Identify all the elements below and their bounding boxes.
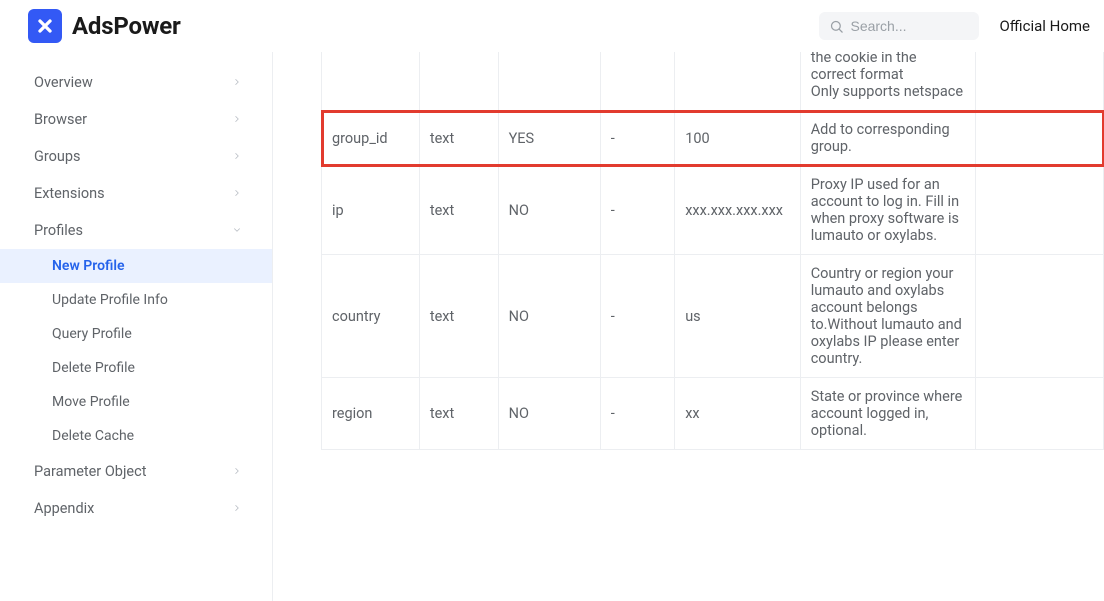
table-row: iptextNO-xxx.xxx.xxx.xxxProxy IP used fo… bbox=[322, 166, 1104, 255]
nav-official-home[interactable]: Official Home bbox=[999, 17, 1090, 35]
chevron-right-icon bbox=[232, 500, 242, 517]
sidebar-item-label: Parameter Object bbox=[34, 463, 146, 480]
sidebar-item-label: Appendix bbox=[34, 500, 94, 517]
param-required: NO bbox=[498, 255, 600, 378]
sidebar-sub-label: Delete Profile bbox=[52, 360, 135, 376]
sidebar-item-label: Overview bbox=[34, 74, 93, 91]
chevron-right-icon bbox=[232, 74, 242, 91]
param-description: Add to corresponding group. bbox=[800, 111, 976, 166]
sidebar-item-browser[interactable]: Browser bbox=[0, 101, 272, 138]
brand[interactable]: AdsPower bbox=[28, 9, 181, 43]
chevron-right-icon bbox=[232, 185, 242, 202]
chevron-right-icon bbox=[232, 148, 242, 165]
sidebar-sub-label: Update Profile Info bbox=[52, 292, 168, 308]
search-box[interactable] bbox=[819, 12, 979, 40]
sidebar: Overview Browser Groups Extensions Profi… bbox=[0, 52, 273, 601]
param-example: us bbox=[675, 255, 801, 378]
param-type: text bbox=[419, 166, 498, 255]
param-note: Should upgrade to V2.4.6.6 or above bbox=[976, 52, 1104, 111]
search-icon bbox=[829, 19, 844, 34]
sidebar-sub-label: Delete Cache bbox=[52, 428, 134, 444]
sidebar-sub-update-profile-info[interactable]: Update Profile Info bbox=[0, 283, 272, 317]
param-description: Proxy IP used for an account to log in. … bbox=[800, 166, 976, 255]
param-required: NO bbox=[498, 378, 600, 450]
chevron-right-icon bbox=[232, 463, 242, 480]
header: AdsPower Official Home bbox=[0, 0, 1104, 52]
param-default: - bbox=[600, 378, 674, 450]
parameters-table: ignore_cookie_errortextNO010：When the co… bbox=[321, 52, 1104, 450]
sidebar-item-groups[interactable]: Groups bbox=[0, 138, 272, 175]
logo-icon bbox=[28, 9, 62, 43]
param-description: Country or region your lumauto and oxyla… bbox=[800, 255, 976, 378]
sidebar-sub-move-profile[interactable]: Move Profile bbox=[0, 385, 272, 419]
sidebar-item-appendix[interactable]: Appendix bbox=[0, 490, 272, 527]
param-default: - bbox=[600, 166, 674, 255]
sidebar-sub-delete-profile[interactable]: Delete Profile bbox=[0, 351, 272, 385]
parameters-table-wrap: ignore_cookie_errortextNO010：When the co… bbox=[321, 52, 1104, 450]
param-note bbox=[976, 111, 1104, 166]
search-input[interactable] bbox=[850, 18, 969, 34]
param-required: YES bbox=[498, 111, 600, 166]
param-example: xx bbox=[675, 378, 801, 450]
table-row: countrytextNO-usCountry or region your l… bbox=[322, 255, 1104, 378]
sidebar-sub-query-profile[interactable]: Query Profile bbox=[0, 317, 272, 351]
chevron-down-icon bbox=[232, 222, 242, 239]
main-content: ignore_cookie_errortextNO010：When the co… bbox=[273, 52, 1104, 601]
param-name: ignore_cookie_error bbox=[322, 52, 420, 111]
param-type: text bbox=[419, 111, 498, 166]
sidebar-sub-delete-cache[interactable]: Delete Cache bbox=[0, 419, 272, 453]
param-name: country bbox=[322, 255, 420, 378]
param-default: - bbox=[600, 255, 674, 378]
sidebar-item-extensions[interactable]: Extensions bbox=[0, 175, 272, 212]
sidebar-item-label: Groups bbox=[34, 148, 81, 165]
param-note bbox=[976, 255, 1104, 378]
param-note bbox=[976, 378, 1104, 450]
sidebar-item-parameter-object[interactable]: Parameter Object bbox=[0, 453, 272, 490]
param-required: NO bbox=[498, 166, 600, 255]
sidebar-sub-label: Move Profile bbox=[52, 394, 130, 410]
table-row: group_idtextYES-100Add to corresponding … bbox=[322, 111, 1104, 166]
param-type: text bbox=[419, 52, 498, 111]
sidebar-item-label: Profiles bbox=[34, 222, 83, 239]
sidebar-item-profiles[interactable]: Profiles bbox=[0, 212, 272, 249]
table-row: ignore_cookie_errortextNO010：When the co… bbox=[322, 52, 1104, 111]
sidebar-item-overview[interactable]: Overview bbox=[0, 64, 272, 101]
param-description: 0：When the cookie verification fails, th… bbox=[800, 52, 976, 111]
param-default: 0 bbox=[600, 52, 674, 111]
table-row: regiontextNO-xxState or province where a… bbox=[322, 378, 1104, 450]
param-note bbox=[976, 166, 1104, 255]
param-name: group_id bbox=[322, 111, 420, 166]
brand-name: AdsPower bbox=[72, 12, 181, 40]
sidebar-item-label: Browser bbox=[34, 111, 87, 128]
param-type: text bbox=[419, 255, 498, 378]
param-name: region bbox=[322, 378, 420, 450]
param-example: 1 bbox=[675, 52, 801, 111]
param-example: xxx.xxx.xxx.xxx bbox=[675, 166, 801, 255]
param-required: NO bbox=[498, 52, 600, 111]
header-right: Official Home bbox=[819, 12, 1090, 40]
param-default: - bbox=[600, 111, 674, 166]
param-type: text bbox=[419, 378, 498, 450]
chevron-right-icon bbox=[232, 111, 242, 128]
sidebar-sub-new-profile[interactable]: New Profile bbox=[0, 249, 272, 283]
param-description: State or province where account logged i… bbox=[800, 378, 976, 450]
sidebar-item-label: Extensions bbox=[34, 185, 105, 202]
param-name: ip bbox=[322, 166, 420, 255]
param-example: 100 bbox=[675, 111, 801, 166]
sidebar-sub-label: New Profile bbox=[52, 258, 125, 274]
sidebar-sub-label: Query Profile bbox=[52, 326, 132, 342]
